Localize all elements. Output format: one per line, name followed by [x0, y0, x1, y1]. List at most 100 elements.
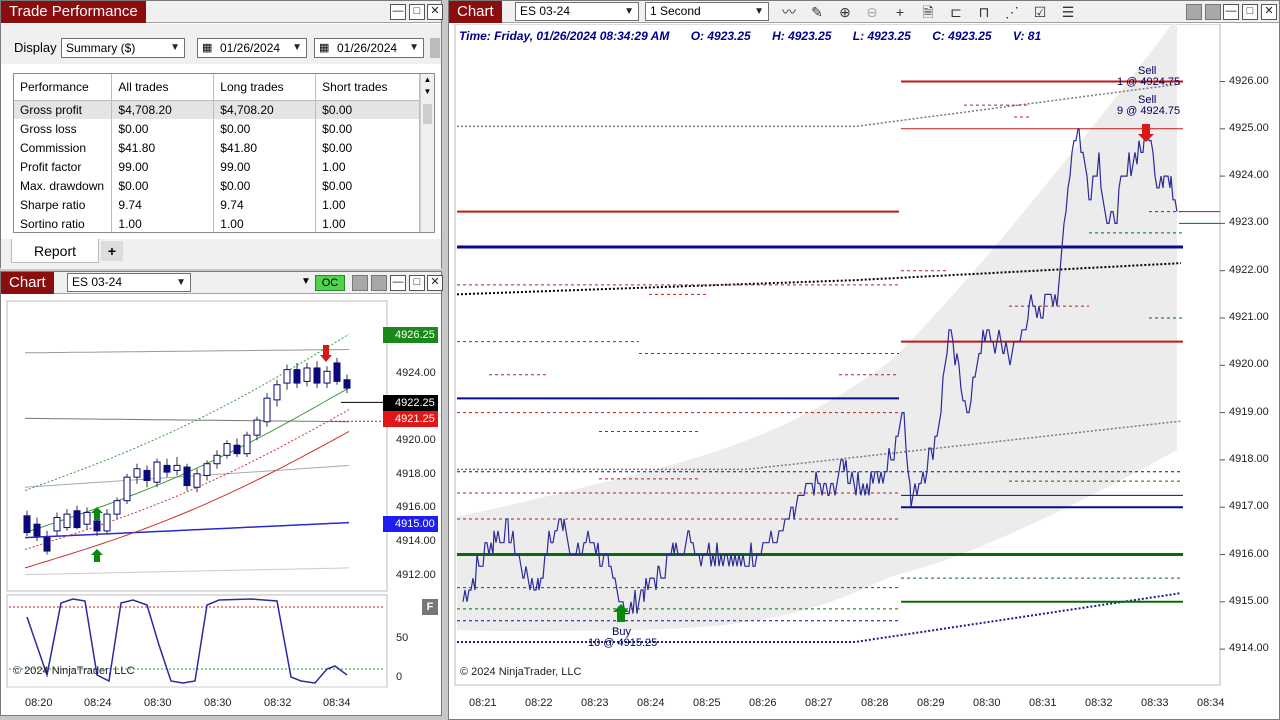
scroll-down-icon[interactable]: ▼: [421, 86, 434, 98]
zoom-in-icon[interactable]: ⊕: [836, 4, 854, 20]
ohlc-info-bar: Time: Friday, 01/26/2024 08:34:29 AM O: …: [459, 29, 1059, 43]
price-tick: 4918.00: [1229, 452, 1269, 465]
instrument-select[interactable]: ES 03-24 ▼: [67, 273, 191, 292]
dropdown-arrow-icon[interactable]: ▼: [301, 276, 311, 287]
oscillator-tick: 0: [396, 671, 403, 683]
sell-label: 9 @ 4924.75: [1117, 105, 1181, 117]
interval-select[interactable]: 1 Second ▼: [645, 2, 769, 21]
maximize-icon[interactable]: □: [409, 275, 425, 291]
table-scrollbar[interactable]: ▲ ▼: [420, 74, 434, 232]
window-title: Chart: [449, 1, 502, 23]
zoom-out-icon[interactable]: ⊖: [863, 4, 881, 20]
table-row[interactable]: Sharpe ratio 9.74 9.74 1.00: [14, 195, 420, 214]
oscillator-format-button[interactable]: F: [422, 599, 438, 615]
strategies-icon[interactable]: ☑: [1031, 4, 1049, 20]
tab-report[interactable]: Report: [11, 239, 99, 263]
main-price-chart[interactable]: [449, 24, 1279, 720]
column-header[interactable]: Long trades: [213, 74, 317, 101]
maximize-icon[interactable]: □: [1242, 4, 1258, 20]
add-tab-button[interactable]: +: [101, 241, 123, 261]
trade-performance-titlebar[interactable]: Trade Performance — □ ✕: [1, 1, 443, 23]
data-box-icon[interactable]: 🗎: [919, 4, 937, 20]
small-chart-titlebar[interactable]: Chart ES 03-24 ▼ ▼ OC — □ ✕: [1, 272, 443, 294]
column-header[interactable]: Performance: [14, 74, 113, 101]
table-header-row: Performance All trades Long trades Short…: [14, 74, 420, 101]
close-icon[interactable]: ✕: [1261, 4, 1277, 20]
candle-body: [343, 379, 351, 389]
date-to-field[interactable]: ▦ 01/26/2024 ▼: [314, 38, 424, 58]
price-tick: 4921.00: [1229, 311, 1269, 323]
table-cell: $0.00: [315, 100, 420, 119]
link-icon[interactable]: [371, 275, 387, 291]
maximize-icon[interactable]: □: [409, 4, 425, 20]
column-header[interactable]: All trades: [111, 74, 215, 101]
oc-badge[interactable]: OC: [315, 275, 345, 291]
table-cell: 1.00: [315, 157, 420, 176]
table-row[interactable]: Profit factor 99.00 99.00 1.00: [14, 157, 420, 176]
price-tick: 4916.00: [396, 501, 436, 513]
properties-icon[interactable]: ☰: [1059, 4, 1077, 20]
price-tick: 4916.00: [1229, 547, 1269, 560]
table-cell: $0.00: [213, 176, 317, 195]
line-draw-icon[interactable]: 〰: [780, 4, 798, 20]
link-icon[interactable]: [1186, 4, 1202, 20]
candle-body: [143, 469, 151, 482]
minimize-icon[interactable]: —: [390, 4, 406, 20]
candle-body: [23, 515, 31, 534]
toolbar-overflow[interactable]: [430, 38, 440, 58]
candle-body: [333, 362, 341, 382]
table-cell: Sortino ratio: [14, 214, 113, 232]
table-row[interactable]: Max. drawdown $0.00 $0.00 $0.00: [14, 176, 420, 195]
minimize-icon[interactable]: —: [1223, 4, 1239, 20]
table-row[interactable]: Gross profit $4,708.20 $4,708.20 $0.00: [14, 100, 420, 119]
buy-label: 10 @ 4915.25: [588, 637, 658, 649]
table-cell: 99.00: [111, 157, 215, 176]
price-tick: 4915.00: [1229, 594, 1269, 607]
bar-type-icon[interactable]: ⊏: [947, 4, 965, 20]
instrument-value: ES 03-24: [72, 275, 123, 289]
table-cell: $0.00: [111, 119, 215, 138]
templates-icon[interactable]: ⊓: [975, 4, 993, 20]
scroll-thumb[interactable]: [423, 104, 432, 124]
close-icon[interactable]: ✕: [427, 275, 443, 291]
link-icon[interactable]: [1205, 4, 1221, 20]
instrument-select[interactable]: ES 03-24 ▼: [515, 2, 639, 21]
table-row[interactable]: Gross loss $0.00 $0.00 $0.00: [14, 119, 420, 138]
table-cell: 99.00: [213, 157, 317, 176]
table-row[interactable]: Commission $41.80 $41.80 $0.00: [14, 138, 420, 157]
pencil-icon[interactable]: ✎: [808, 4, 826, 20]
table-row[interactable]: Sortino ratio 1.00 1.00 1.00: [14, 214, 420, 232]
candle-body: [273, 384, 281, 401]
price-tick: 4920.00: [1229, 358, 1269, 371]
table-cell: 9.74: [213, 195, 317, 214]
window-title: Chart: [1, 272, 54, 294]
candle-body: [233, 444, 241, 455]
time-tick: 08:29: [917, 697, 945, 709]
time-tick: 08:30: [144, 697, 172, 709]
candle-body: [253, 419, 261, 436]
copyright-text: © 2024 NinjaTrader, LLC: [13, 665, 135, 677]
display-select[interactable]: Summary ($) ▼: [61, 38, 185, 58]
small-price-chart[interactable]: [1, 295, 441, 717]
candle-body: [113, 500, 121, 515]
date-from-field[interactable]: ▦ 01/26/2024 ▼: [197, 38, 307, 58]
time-tick: 08:33: [1141, 697, 1169, 709]
column-header[interactable]: Short trades: [315, 74, 420, 101]
time-tick: 08:28: [861, 697, 889, 709]
crosshair-icon[interactable]: +: [891, 4, 909, 20]
chevron-down-icon: ▼: [176, 277, 186, 288]
info-close: C: 4923.25: [932, 29, 992, 43]
link-icon[interactable]: [352, 275, 368, 291]
candle-body: [283, 369, 291, 384]
indicators-icon[interactable]: ⋰: [1003, 4, 1021, 20]
candle-body: [223, 443, 231, 456]
info-high: H: 4923.25: [772, 29, 832, 43]
price-tick: 4914.00: [396, 535, 436, 547]
main-chart-titlebar[interactable]: Chart ES 03-24 ▼ 1 Second ▼ 〰 ✎ ⊕ ⊖ + 🗎 ⊏ …: [449, 1, 1279, 23]
close-icon[interactable]: ✕: [427, 4, 443, 20]
time-tick: 08:32: [264, 697, 292, 709]
chevron-down-icon: ▼: [754, 6, 764, 17]
minimize-icon[interactable]: —: [390, 275, 406, 291]
price-tick: 4922.00: [1229, 263, 1269, 276]
scroll-up-icon[interactable]: ▲: [421, 74, 434, 86]
